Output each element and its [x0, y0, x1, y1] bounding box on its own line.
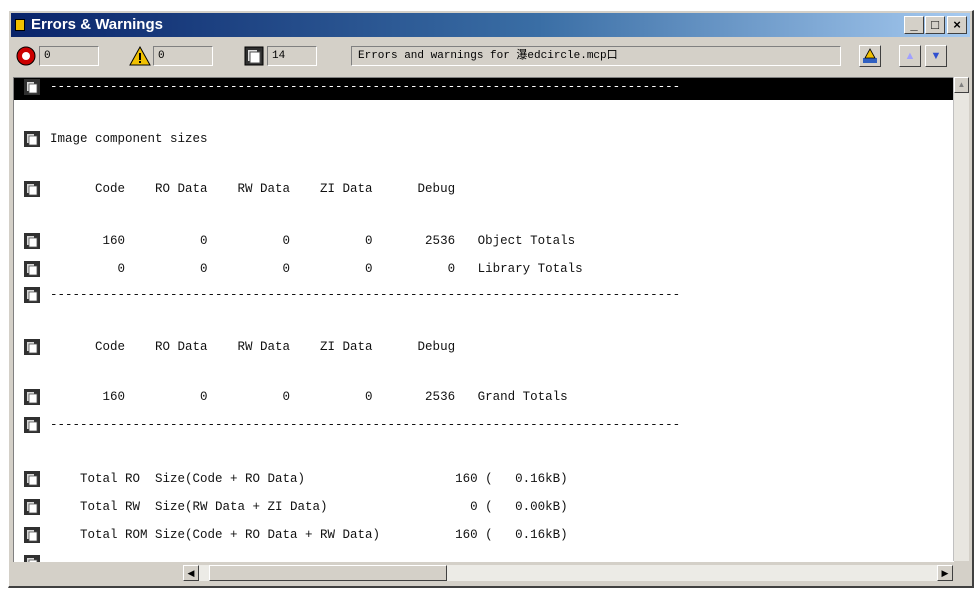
- previous-message-button[interactable]: ▲: [899, 45, 921, 67]
- message-row[interactable]: Total ROM Size(Code + RO Data + RW Data)…: [14, 522, 954, 548]
- message-text: Image component sizes: [50, 132, 208, 146]
- info-message-icon: [24, 131, 40, 147]
- error-filter-icon[interactable]: [15, 45, 37, 67]
- message-row[interactable]: 160 0 0 0 2536 Object Totals: [14, 228, 954, 254]
- window-title: Errors & Warnings: [31, 16, 163, 33]
- message-list[interactable]: ----------------------------------------…: [13, 77, 954, 562]
- message-row[interactable]: Total RW Size(RW Data + ZI Data) 0 ( 0.0…: [14, 494, 954, 520]
- message-text: ----------------------------------------…: [50, 418, 681, 432]
- scroll-up-icon[interactable]: ▲: [954, 77, 969, 93]
- info-message-icon: [24, 339, 40, 355]
- scroll-left-icon[interactable]: ◀: [183, 565, 199, 581]
- message-text: 160 0 0 0 2536 Object Totals: [50, 234, 576, 248]
- warning-filter-icon[interactable]: [129, 45, 151, 67]
- title-bar[interactable]: Errors & Warnings _ □ ×: [11, 13, 970, 37]
- toolbar: 0 0 14 Errors and warnings for 瀑edcircle…: [11, 39, 970, 73]
- message-row[interactable]: ----------------------------------------…: [14, 78, 954, 100]
- info-count: 14: [267, 46, 317, 66]
- message-row[interactable]: Code RO Data RW Data ZI Data Debug: [14, 176, 954, 202]
- message-row[interactable]: ----------------------------------------…: [14, 550, 954, 562]
- message-text: ----------------------------------------…: [50, 288, 681, 302]
- next-message-button[interactable]: ▼: [925, 45, 947, 67]
- scroll-right-icon[interactable]: ▶: [937, 565, 953, 581]
- message-row[interactable]: Total RO Size(Code + RO Data) 160 ( 0.16…: [14, 466, 954, 492]
- errors-warnings-window: Errors & Warnings _ □ × 0 0 14 Errors an…: [8, 10, 974, 588]
- message-text: ----------------------------------------…: [50, 550, 680, 562]
- message-text: 160 0 0 0 2536 Grand Totals: [50, 390, 568, 404]
- info-message-icon: [24, 261, 40, 277]
- message-text: ----------------------------------------…: [50, 80, 681, 94]
- info-message-icon: [24, 287, 40, 303]
- warning-count: 0: [153, 46, 213, 66]
- message-text: 0 0 0 0 0 Library Totals: [50, 262, 583, 276]
- message-text: Total ROM Size(Code + RO Data + RW Data)…: [50, 528, 568, 542]
- info-message-icon: [24, 555, 40, 562]
- minimize-button[interactable]: _: [904, 16, 924, 34]
- message-row[interactable]: Image component sizes: [14, 126, 954, 152]
- info-filter-icon[interactable]: [243, 45, 265, 67]
- error-count: 0: [39, 46, 99, 66]
- info-message-icon: [24, 181, 40, 197]
- find-button[interactable]: [859, 45, 881, 67]
- message-row[interactable]: 0 0 0 0 0 Library Totals: [14, 256, 954, 282]
- info-message-icon: [24, 233, 40, 249]
- maximize-button[interactable]: □: [925, 16, 945, 34]
- vertical-scrollbar[interactable]: ▲: [953, 77, 969, 561]
- info-message-icon: [24, 471, 40, 487]
- info-message-icon: [24, 527, 40, 543]
- message-text: Total RW Size(RW Data + ZI Data) 0 ( 0.0…: [50, 500, 568, 514]
- info-message-icon: [24, 499, 40, 515]
- scroll-thumb[interactable]: [209, 565, 447, 581]
- horizontal-scrollbar[interactable]: ◀ ▶: [13, 563, 969, 583]
- message-text: Code RO Data RW Data ZI Data Debug: [50, 340, 456, 354]
- close-button[interactable]: ×: [947, 16, 967, 34]
- app-icon: [15, 19, 25, 31]
- status-text: Errors and warnings for 瀑edcircle.mcp口: [351, 46, 841, 66]
- info-message-icon: [24, 417, 40, 433]
- info-message-icon: [24, 79, 40, 95]
- info-message-icon: [24, 389, 40, 405]
- message-row[interactable]: 160 0 0 0 2536 Grand Totals: [14, 384, 954, 410]
- message-row[interactable]: ----------------------------------------…: [14, 412, 954, 438]
- message-text: Total RO Size(Code + RO Data) 160 ( 0.16…: [50, 472, 568, 486]
- message-row[interactable]: Code RO Data RW Data ZI Data Debug: [14, 334, 954, 360]
- message-row[interactable]: ----------------------------------------…: [14, 282, 954, 308]
- message-text: Code RO Data RW Data ZI Data Debug: [50, 182, 456, 196]
